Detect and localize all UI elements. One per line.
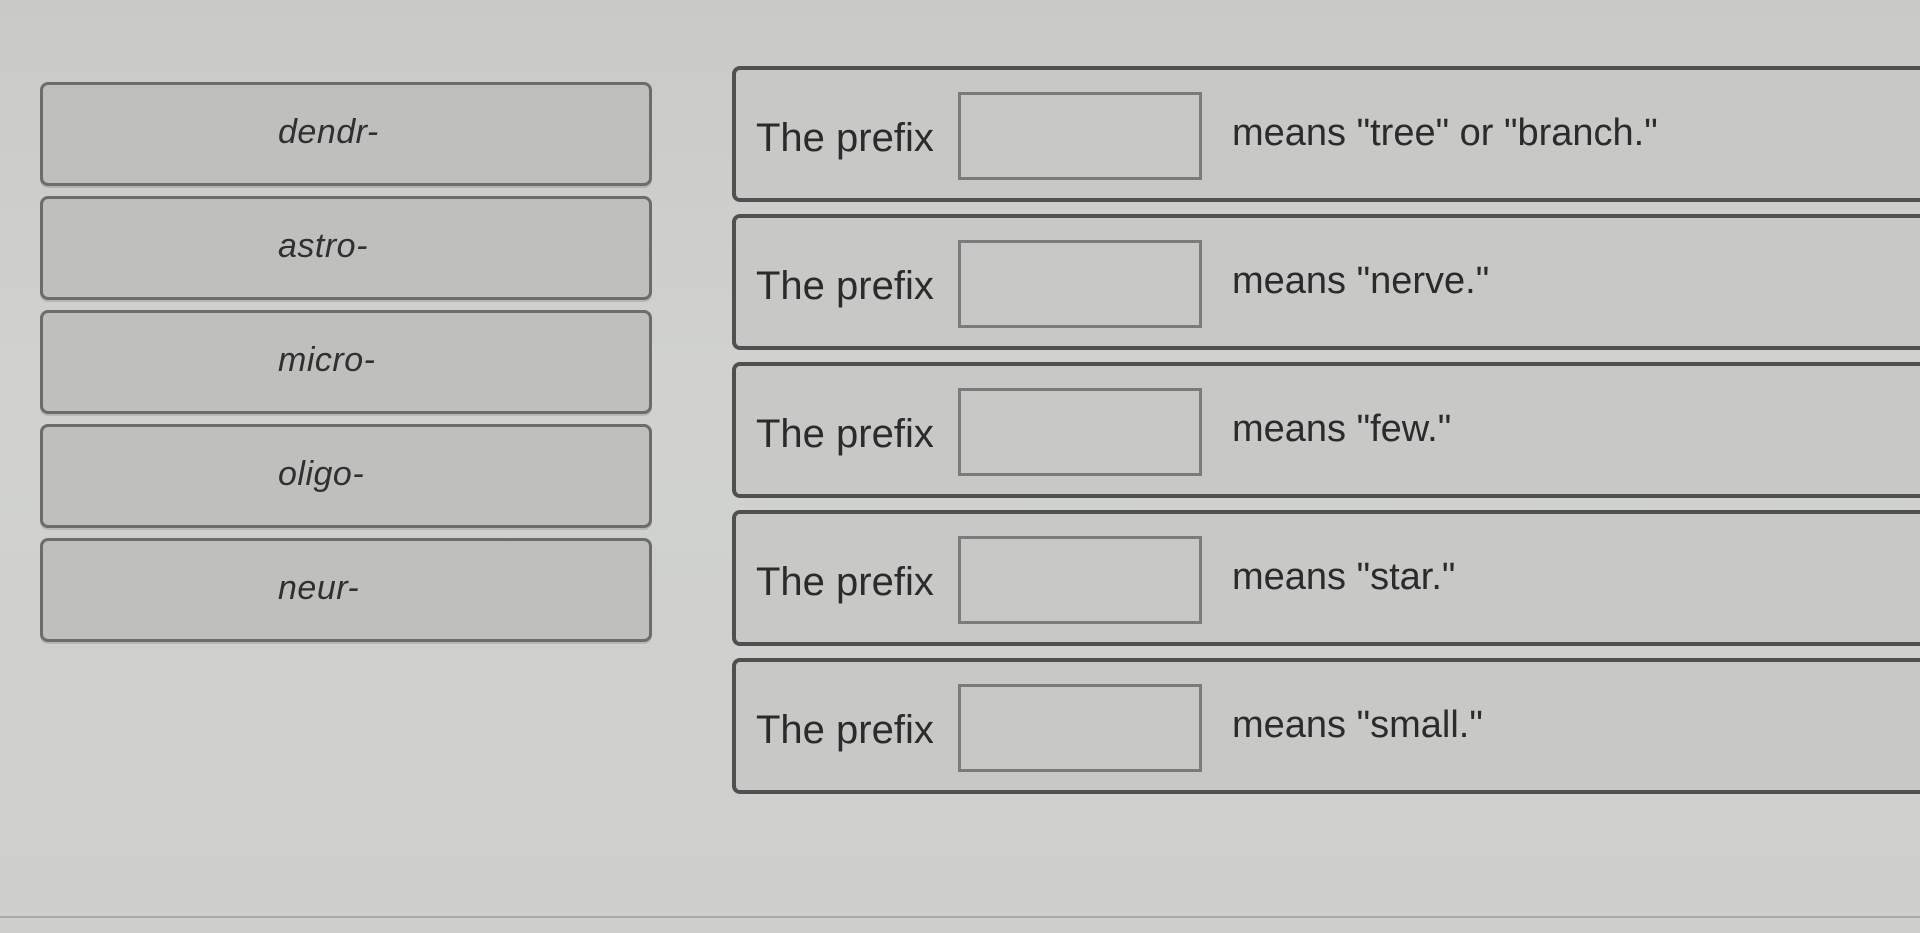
prefix-tile-label: oligo- [278,455,365,493]
row-prefix-text: The prefix [756,412,934,456]
prefix-tile-astro[interactable]: astro- [40,196,652,300]
row-prefix-text: The prefix [756,116,934,160]
answer-drop-box[interactable] [958,240,1202,328]
definition-row: The prefix means "small." [732,658,1920,794]
prefix-tile-oligo[interactable]: oligo- [40,424,652,528]
definition-row: The prefix means "tree" or "branch." [732,66,1920,202]
prefix-tile-label: micro- [278,341,376,379]
answer-drop-box[interactable] [958,92,1202,180]
prefix-tile-label: dendr- [278,113,379,151]
row-prefix-text: The prefix [756,560,934,604]
prefix-tile-dendr[interactable]: dendr- [40,82,652,186]
definition-row: The prefix means "nerve." [732,214,1920,350]
prefix-tile-label: astro- [278,227,368,265]
row-meaning-text: means "few." [1232,408,1452,450]
definition-row: The prefix means "few." [732,362,1920,498]
prefix-tile-bank: dendr- astro- micro- oligo- neur- [40,82,652,652]
row-prefix-text: The prefix [756,264,934,308]
prefix-tile-neur[interactable]: neur- [40,538,652,642]
row-prefix-text: The prefix [756,708,934,752]
bottom-divider [0,916,1920,918]
definition-row: The prefix means "star." [732,510,1920,646]
row-meaning-text: means "tree" or "branch." [1232,112,1658,154]
answer-drop-box[interactable] [958,388,1202,476]
prefix-tile-label: neur- [278,569,360,607]
answer-drop-box[interactable] [958,536,1202,624]
row-meaning-text: means "small." [1232,704,1483,746]
definition-rows: The prefix means "tree" or "branch." The… [732,66,1920,806]
prefix-tile-micro[interactable]: micro- [40,310,652,414]
row-meaning-text: means "nerve." [1232,260,1490,302]
answer-drop-box[interactable] [958,684,1202,772]
row-meaning-text: means "star." [1232,556,1456,598]
